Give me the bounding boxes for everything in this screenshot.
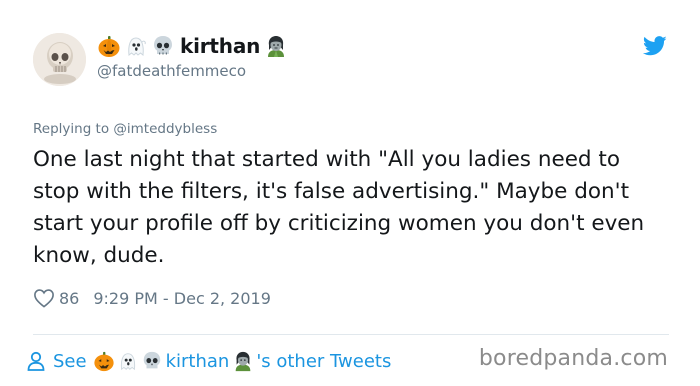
heart-icon[interactable] <box>33 288 55 308</box>
skull-icon <box>143 351 160 369</box>
display-name-row[interactable]: kirthan <box>97 31 291 61</box>
zombie-woman-icon <box>268 36 285 57</box>
watermark: boredpanda.com <box>478 346 668 371</box>
see-other-tweets-link[interactable]: See kirthan 's other Tweets <box>27 346 391 376</box>
twitter-bird-icon[interactable] <box>643 36 667 56</box>
display-name[interactable]: kirthan <box>180 34 260 58</box>
ghost-icon <box>128 37 146 56</box>
skull-icon <box>154 36 172 55</box>
replying-prefix: Replying to <box>33 121 110 137</box>
tweet-text: One last night that started with "All yo… <box>33 147 645 268</box>
user-handle[interactable]: @fatdeathfemmeco <box>97 62 246 80</box>
like-count: 86 <box>59 288 80 308</box>
other-tweets-label: 's other Tweets <box>256 350 392 372</box>
replying-mention-link[interactable]: @imteddybless <box>113 121 217 137</box>
zombie-woman-icon <box>235 351 251 372</box>
avatar[interactable] <box>33 33 86 86</box>
tweet-meta: 86 9:29 PM - Dec 2, 2019 <box>33 286 271 310</box>
tweet-timestamp[interactable]: 9:29 PM - Dec 2, 2019 <box>93 289 271 308</box>
ghost-icon <box>120 353 135 371</box>
replying-to: Replying to @imteddybless <box>33 121 217 137</box>
footer-display-name: kirthan <box>165 350 230 372</box>
person-icon <box>27 351 45 371</box>
tweet-card: kirthan @fatdeathfemmeco Replying to @im… <box>0 0 700 386</box>
skull-avatar-icon <box>33 33 86 86</box>
pumpkin-icon <box>98 36 120 57</box>
footer-divider <box>33 334 669 335</box>
see-label: See <box>53 350 87 372</box>
pumpkin-icon <box>93 351 114 372</box>
